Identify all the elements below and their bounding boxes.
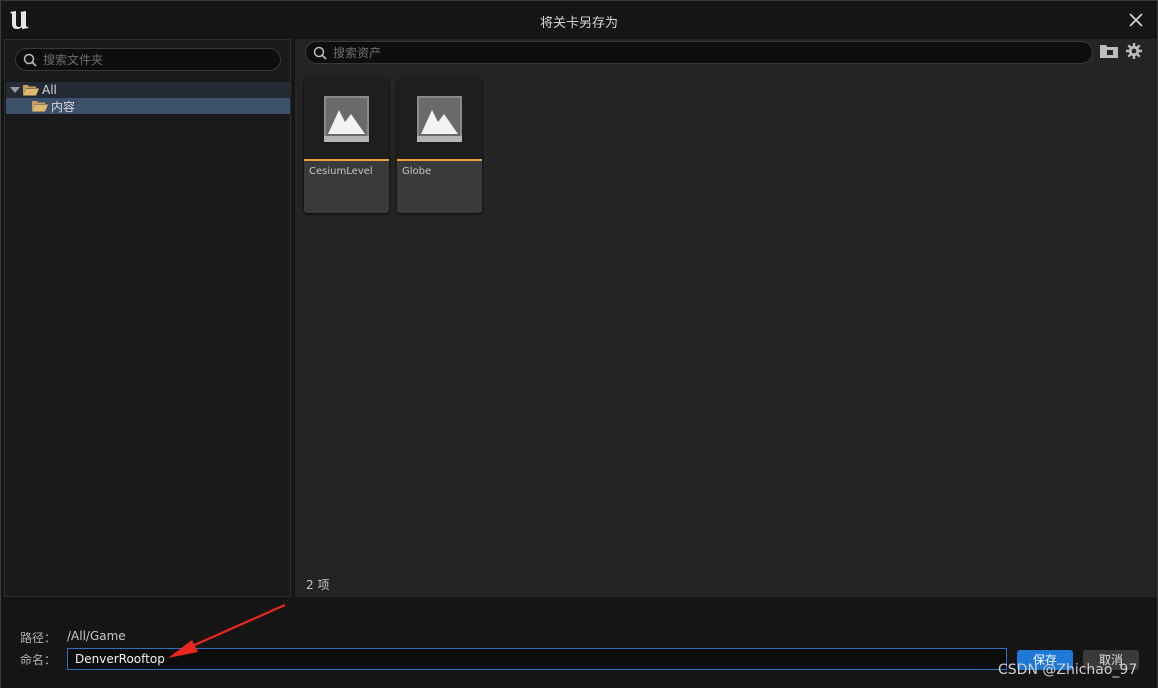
asset-count: 2 项 bbox=[306, 578, 330, 592]
asset-search-input[interactable] bbox=[333, 44, 1073, 61]
asset-tile-globe[interactable]: Globe bbox=[397, 78, 482, 213]
dialog-title: 将关卡另存为 bbox=[539, 16, 618, 31]
asset-search-box[interactable] bbox=[305, 41, 1093, 64]
open-folder-icon bbox=[32, 101, 48, 112]
asset-type-bar bbox=[304, 159, 389, 161]
path-value: /All/Game bbox=[67, 629, 126, 643]
asset-name: Globe bbox=[402, 166, 432, 177]
name-label: 命名： bbox=[20, 653, 57, 667]
level-name-input[interactable] bbox=[67, 648, 1007, 670]
asset-type-bar bbox=[397, 159, 482, 161]
folder-icon[interactable] bbox=[1100, 44, 1118, 58]
open-folder-icon bbox=[23, 85, 39, 96]
asset-tile-cesiumlevel[interactable]: CesiumLevel bbox=[304, 78, 389, 213]
tree-item-content[interactable]: 内容 bbox=[6, 98, 290, 114]
level-icon bbox=[417, 96, 462, 142]
caret-down-icon[interactable] bbox=[10, 87, 20, 93]
folder-search-input[interactable] bbox=[43, 51, 273, 68]
close-icon[interactable] bbox=[1125, 9, 1147, 31]
search-icon bbox=[23, 53, 37, 67]
tree-item-label: All bbox=[42, 83, 57, 97]
asset-panel: CesiumLevel Globe 2 项 bbox=[295, 39, 1157, 597]
tree-item-all[interactable]: All bbox=[6, 82, 290, 98]
folder-tree: All 内容 bbox=[6, 82, 290, 114]
asset-thumbnail bbox=[397, 78, 482, 159]
path-label: 路径： bbox=[20, 631, 57, 645]
asset-name: CesiumLevel bbox=[309, 166, 373, 177]
tree-item-label: 内容 bbox=[51, 99, 76, 114]
save-level-as-dialog: 将关卡另存为 All bbox=[0, 0, 1158, 688]
folder-panel: All 内容 bbox=[4, 39, 291, 597]
save-form: 路径： /All/Game 命名： 保存 取消 bbox=[1, 598, 1157, 688]
folder-search-box[interactable] bbox=[15, 48, 281, 71]
title-bar: 将关卡另存为 bbox=[1, 1, 1157, 39]
asset-thumbnail bbox=[304, 78, 389, 159]
search-icon bbox=[313, 46, 327, 60]
gear-icon[interactable] bbox=[1125, 42, 1143, 60]
watermark: CSDN @Zhichao_97 bbox=[998, 662, 1138, 678]
level-icon bbox=[324, 96, 369, 142]
